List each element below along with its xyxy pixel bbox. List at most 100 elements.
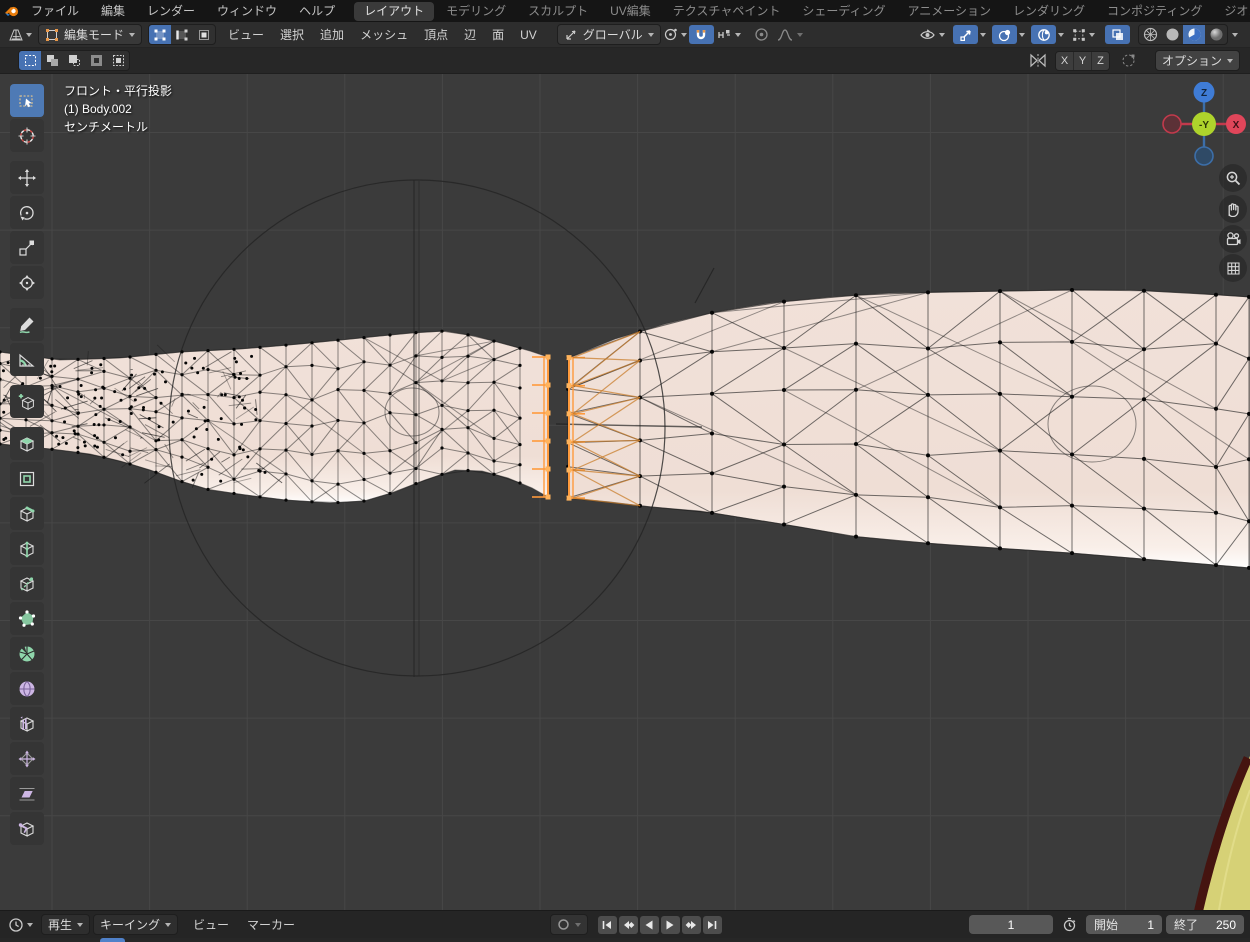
- next-keyframe-button[interactable]: [682, 916, 701, 934]
- tool-move[interactable]: [10, 161, 44, 194]
- proportional-falloff-dropdown[interactable]: [774, 25, 805, 44]
- select-intersect-button[interactable]: [107, 51, 129, 70]
- play-reverse-button[interactable]: [640, 916, 659, 934]
- topbar-menu-4[interactable]: ヘルプ: [288, 0, 346, 22]
- current-frame-field[interactable]: 1: [969, 915, 1053, 934]
- tool-smooth[interactable]: [10, 672, 44, 705]
- jump-to-end-button[interactable]: [703, 916, 722, 934]
- pan-button[interactable]: [1219, 195, 1247, 223]
- tool-poly-build[interactable]: [10, 602, 44, 635]
- use-preview-range-button[interactable]: [1057, 915, 1082, 934]
- prev-keyframe-button[interactable]: [619, 916, 638, 934]
- gizmo-neg-z[interactable]: [1195, 147, 1213, 165]
- snap-target-dropdown[interactable]: [714, 25, 743, 44]
- viewport-menu-5[interactable]: 辺: [456, 22, 484, 48]
- editor-type-button[interactable]: [6, 25, 34, 44]
- shading-wireframe-button[interactable]: [1139, 25, 1161, 44]
- chevron-down-icon[interactable]: [1232, 33, 1238, 37]
- frame-start-field[interactable]: 開始 1: [1086, 915, 1162, 934]
- tool-rotate[interactable]: [10, 196, 44, 229]
- viewport-canvas[interactable]: [0, 74, 1250, 910]
- xray-toggle[interactable]: [1105, 25, 1130, 44]
- mode-dropdown[interactable]: 編集モード: [38, 24, 142, 45]
- transform-orientation-dropdown[interactable]: グローバル: [557, 24, 661, 45]
- tool-add-cube[interactable]: [10, 385, 44, 418]
- tool-extrude-region[interactable]: [10, 427, 44, 460]
- snap-toggle[interactable]: [689, 25, 714, 44]
- shading-rendered-button[interactable]: [1205, 25, 1227, 44]
- blender-logo-icon[interactable]: [4, 0, 20, 22]
- chevron-down-icon[interactable]: [980, 33, 986, 37]
- show-overlays-toggle[interactable]: [992, 25, 1017, 44]
- timeline-track[interactable]: [0, 938, 1250, 942]
- viewport-menu-2[interactable]: 追加: [312, 22, 352, 48]
- edge-select-mode-button[interactable]: [171, 25, 193, 44]
- vertex-select-mode-button[interactable]: [149, 25, 171, 44]
- camera-view-button[interactable]: [1219, 225, 1247, 253]
- chevron-down-icon[interactable]: [1058, 33, 1064, 37]
- viewport-menu-7[interactable]: UV: [512, 22, 545, 48]
- playback-dropdown[interactable]: 再生: [41, 914, 90, 935]
- dashed-circle-icon[interactable]: [1116, 51, 1141, 70]
- tool-spin[interactable]: [10, 637, 44, 670]
- shading-material-button[interactable]: [1183, 25, 1205, 44]
- select-invert-button[interactable]: [85, 51, 107, 70]
- mirror-x-toggle[interactable]: X: [1056, 52, 1073, 70]
- face-select-mode-button[interactable]: [193, 25, 215, 44]
- mesh-overlay-toggle[interactable]: [1031, 25, 1056, 44]
- topbar-menu-3[interactable]: ウィンドウ: [206, 0, 288, 22]
- viewport-3d[interactable]: フロント・平行投影 (1) Body.002 センチメートル Z X -Y: [0, 74, 1250, 910]
- timeline-menu-0[interactable]: ビュー: [184, 911, 238, 939]
- frame-end-field[interactable]: 終了 250: [1166, 915, 1244, 934]
- options-dropdown[interactable]: オプション: [1155, 50, 1240, 71]
- viewport-menu-0[interactable]: ビュー: [220, 22, 272, 48]
- ortho-toggle-button[interactable]: [1219, 254, 1247, 282]
- show-object-types-dropdown[interactable]: [917, 25, 947, 44]
- chevron-down-icon[interactable]: [1019, 33, 1025, 37]
- play-button[interactable]: [661, 916, 680, 934]
- shading-solid-button[interactable]: [1161, 25, 1183, 44]
- select-subtract-button[interactable]: [63, 51, 85, 70]
- auto-key-toggle[interactable]: [550, 914, 588, 935]
- proportional-editing-toggle[interactable]: [749, 25, 774, 44]
- keying-dropdown[interactable]: キーイング: [93, 914, 178, 935]
- zoom-button[interactable]: [1219, 164, 1247, 192]
- tool-rip-region[interactable]: [10, 812, 44, 845]
- tool-loop-cut[interactable]: [10, 532, 44, 565]
- show-gizmos-toggle[interactable]: [953, 25, 978, 44]
- viewport-menu-1[interactable]: 選択: [272, 22, 312, 48]
- workspace-tab-4[interactable]: テクスチャペイント: [663, 2, 791, 21]
- tool-knife[interactable]: [10, 567, 44, 600]
- mirror-z-toggle[interactable]: Z: [1092, 52, 1109, 70]
- topbar-menu-0[interactable]: ファイル: [20, 0, 90, 22]
- timeline-playhead[interactable]: [100, 938, 125, 942]
- viewport-menu-3[interactable]: メッシュ: [352, 22, 416, 48]
- select-new-button[interactable]: [19, 51, 41, 70]
- tool-scale[interactable]: [10, 231, 44, 264]
- timeline-editor-type-button[interactable]: [6, 915, 35, 934]
- tool-inset-faces[interactable]: [10, 462, 44, 495]
- workspace-tab-8[interactable]: コンポジティング: [1097, 2, 1212, 21]
- workspace-tab-2[interactable]: スカルプト: [518, 2, 598, 21]
- workspace-tab-3[interactable]: UV編集: [600, 2, 661, 21]
- pivot-point-dropdown[interactable]: [661, 25, 689, 44]
- viewport-menu-6[interactable]: 面: [484, 22, 512, 48]
- gizmo-extras-dropdown[interactable]: [1070, 25, 1097, 44]
- tool-cursor[interactable]: [10, 119, 44, 152]
- workspace-tab-7[interactable]: レンダリング: [1003, 2, 1095, 21]
- timeline-menu-1[interactable]: マーカー: [238, 911, 304, 939]
- topbar-menu-2[interactable]: レンダー: [136, 0, 206, 22]
- workspace-tab-0[interactable]: レイアウト: [354, 2, 434, 21]
- tool-annotate[interactable]: [10, 308, 44, 341]
- tool-bevel[interactable]: [10, 497, 44, 530]
- workspace-tab-9[interactable]: ジオメトリノード: [1214, 2, 1250, 21]
- tool-shrink-fatten[interactable]: [10, 742, 44, 775]
- viewport-menu-4[interactable]: 頂点: [416, 22, 456, 48]
- tool-edge-slide[interactable]: [10, 707, 44, 740]
- jump-to-start-button[interactable]: [598, 916, 617, 934]
- tool-measure[interactable]: [10, 343, 44, 376]
- topbar-menu-1[interactable]: 編集: [90, 0, 136, 22]
- tool-transform[interactable]: [10, 266, 44, 299]
- workspace-tab-5[interactable]: シェーディング: [792, 2, 895, 21]
- tool-select-box[interactable]: [10, 84, 44, 117]
